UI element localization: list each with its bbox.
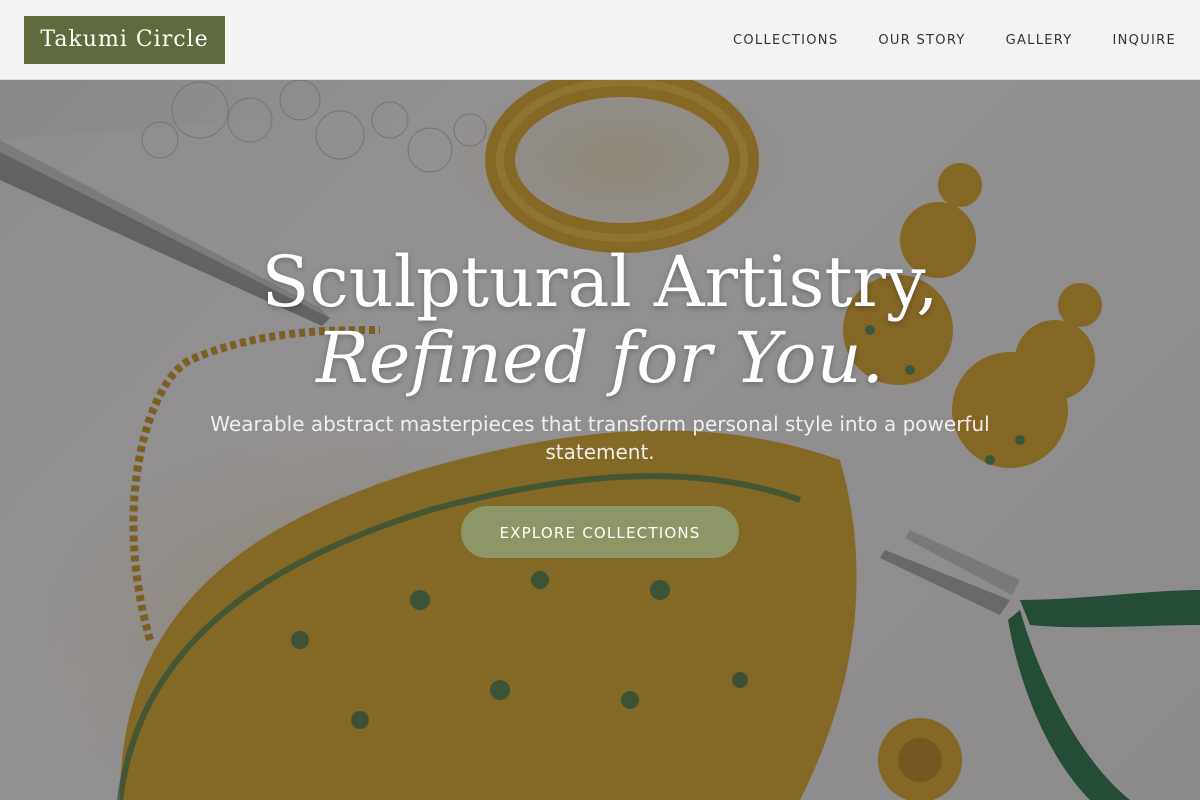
brand-logo[interactable]: Takumi Circle bbox=[24, 16, 225, 64]
hero-section: Sculptural Artistry, Refined for You. We… bbox=[0, 80, 1200, 800]
hero-headline-line2: Refined for You. bbox=[316, 317, 884, 399]
main-nav: COLLECTIONS OUR STORY GALLERY INQUIRE bbox=[733, 0, 1176, 80]
nav-link-collections[interactable]: COLLECTIONS bbox=[733, 33, 838, 48]
hero-headline-line1: Sculptural Artistry, bbox=[261, 241, 939, 323]
explore-collections-button[interactable]: EXPLORE COLLECTIONS bbox=[461, 506, 739, 558]
nav-link-our-story[interactable]: OUR STORY bbox=[878, 33, 965, 48]
site-header: Takumi Circle COLLECTIONS OUR STORY GALL… bbox=[0, 0, 1200, 80]
nav-link-gallery[interactable]: GALLERY bbox=[1006, 33, 1073, 48]
hero-subtitle: Wearable abstract masterpieces that tran… bbox=[210, 412, 990, 464]
hero-content: Sculptural Artistry, Refined for You. We… bbox=[0, 80, 1200, 800]
nav-link-inquire[interactable]: INQUIRE bbox=[1113, 33, 1177, 48]
